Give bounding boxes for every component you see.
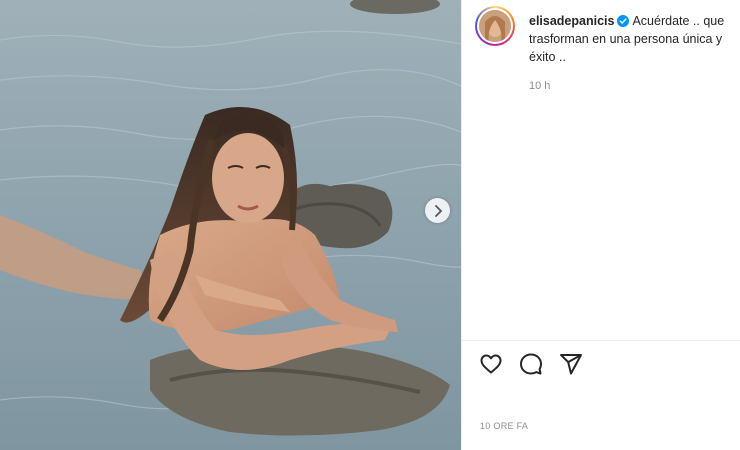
caption-line-2: trasforman en una persona única y bbox=[529, 32, 723, 46]
comment-bubble-icon[interactable] bbox=[519, 352, 543, 376]
post-actions bbox=[479, 352, 583, 376]
carousel-next-button[interactable] bbox=[425, 198, 450, 223]
avatar[interactable] bbox=[475, 6, 515, 46]
chevron-right-icon bbox=[434, 204, 442, 217]
comment-timestamp: 10 h bbox=[529, 80, 551, 92]
divider bbox=[462, 340, 740, 341]
share-paper-plane-icon[interactable] bbox=[559, 352, 583, 376]
verified-badge-icon bbox=[617, 15, 630, 27]
post-photo[interactable] bbox=[0, 0, 461, 450]
post-timestamp[interactable]: 10 ORE FA bbox=[480, 421, 528, 431]
beach-photo-image bbox=[0, 0, 461, 450]
post-side-panel: elisadepanicis Acuérdate .. que trasforma… bbox=[461, 0, 740, 450]
username-link[interactable]: elisadepanicis bbox=[529, 14, 614, 28]
caption-line-1: Acuérdate .. que bbox=[632, 14, 725, 28]
caption-line-3: éxito .. bbox=[529, 50, 566, 64]
like-heart-icon[interactable] bbox=[479, 352, 503, 376]
avatar-image bbox=[479, 10, 511, 42]
post-caption: elisadepanicis Acuérdate .. que trasforma… bbox=[529, 12, 740, 66]
